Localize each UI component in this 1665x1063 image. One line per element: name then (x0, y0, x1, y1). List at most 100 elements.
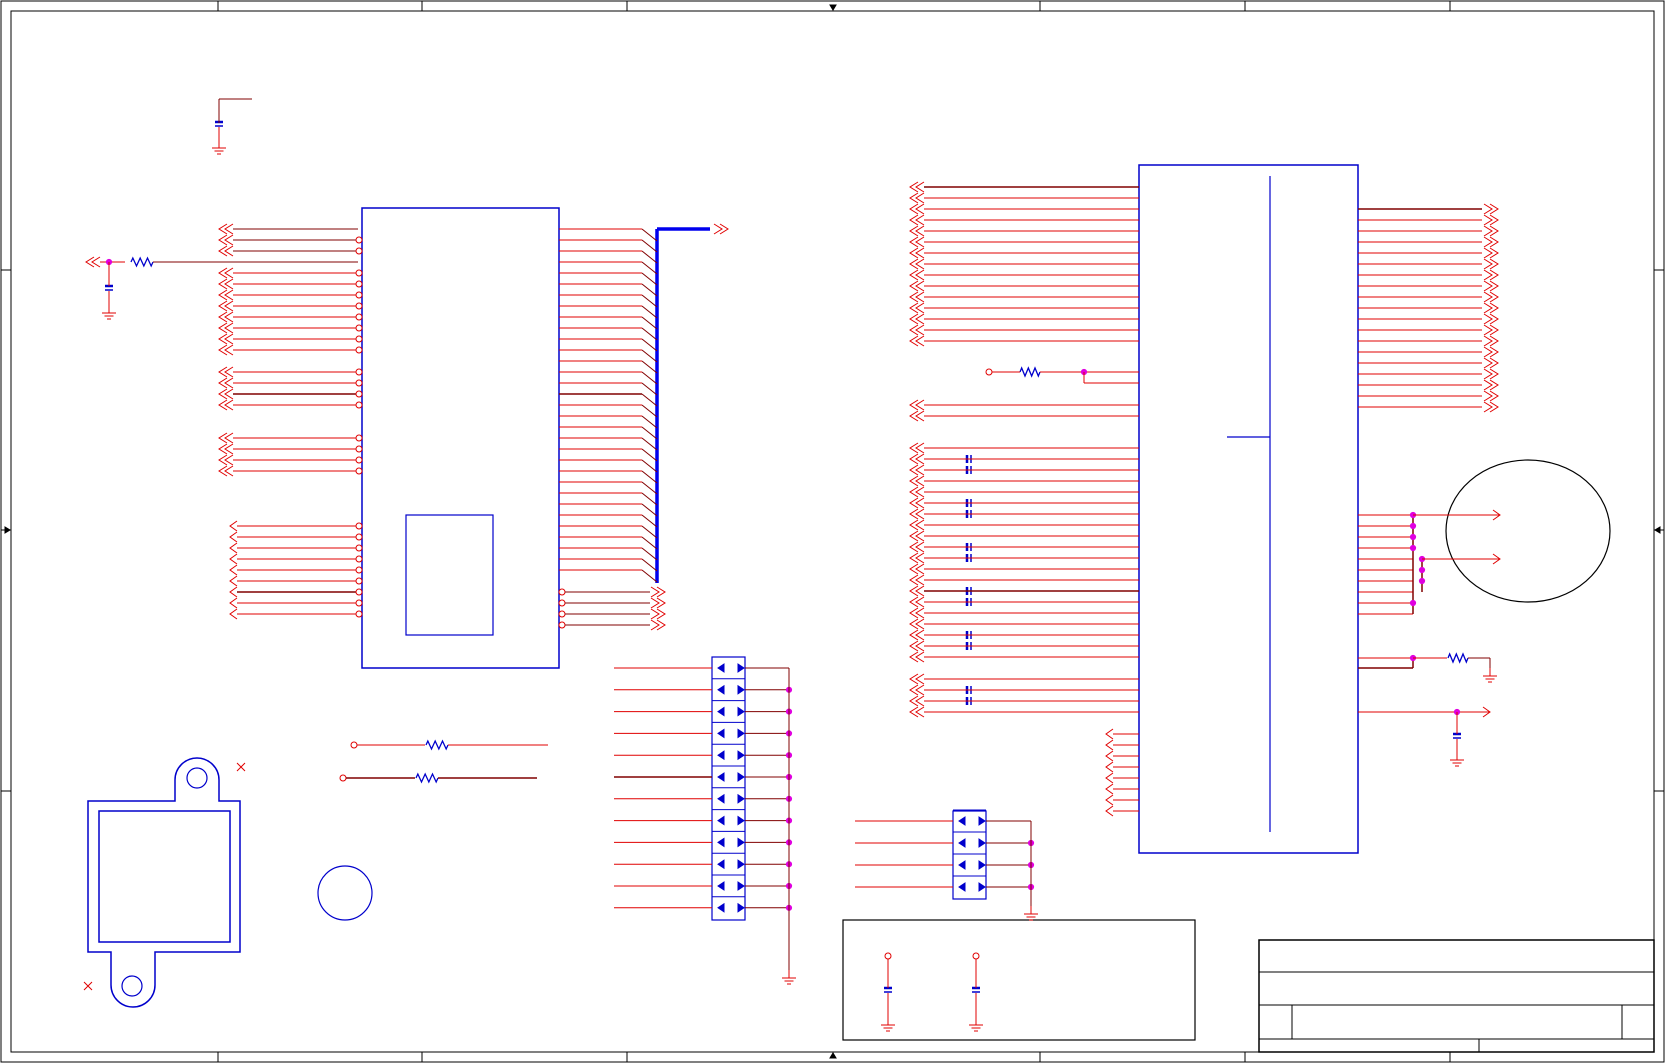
wire (641, 470, 658, 484)
wire (641, 360, 658, 374)
port-arrow-icon (909, 673, 925, 685)
port-arrow-icon (909, 695, 925, 707)
port-arrow-icon (1483, 236, 1499, 248)
port-arrow-icon (909, 269, 925, 281)
diode-icon (717, 772, 725, 782)
port-arrow-icon (909, 399, 925, 411)
pin-circle (558, 599, 566, 607)
center-mark-icon (4, 526, 11, 534)
wire (641, 426, 658, 440)
port-arrow-icon (218, 399, 234, 411)
port-arrow-icon (1483, 291, 1499, 303)
connector-footprint (87, 757, 241, 1008)
diode-icon (717, 684, 725, 695)
junction-dot (1409, 544, 1417, 552)
diode-icon (737, 772, 745, 782)
no-connect-icon (236, 762, 246, 772)
diode-icon (717, 859, 725, 870)
port-arrow-icon (1105, 783, 1114, 795)
resistor-icon (130, 256, 154, 268)
pin-circle (355, 236, 363, 244)
port-arrow-icon (909, 203, 925, 215)
port-arrow-icon (909, 519, 925, 531)
diode-icon (737, 750, 745, 761)
port-arrow-icon (218, 454, 234, 466)
wire (641, 492, 658, 506)
port-arrow-icon (909, 706, 925, 718)
ground-icon (1450, 752, 1464, 767)
junction-dot (1418, 566, 1426, 574)
center-mark-icon (829, 1052, 837, 1059)
port-arrow-icon (909, 236, 925, 248)
pin-circle (355, 346, 363, 354)
port-arrow-icon (909, 475, 925, 487)
port-arrow-icon (909, 442, 925, 454)
component-symbols (87, 120, 1469, 1008)
wire (641, 382, 658, 396)
capacitor-icon (972, 986, 980, 993)
port-arrow-icon (909, 225, 925, 237)
wire (641, 547, 658, 561)
diode-icon (717, 815, 725, 826)
port-arrow-icon (909, 410, 925, 422)
port-arrow-icon (909, 497, 925, 509)
port-arrow-icon (218, 234, 234, 246)
center-mark-icon (829, 4, 837, 11)
port-arrow-icon (909, 607, 925, 619)
port-arrow-icon (229, 597, 238, 609)
port-arrow-icon (1105, 728, 1114, 740)
wire (641, 228, 658, 242)
junction-dot (1409, 599, 1417, 607)
no-connect-icon (83, 981, 93, 991)
port-arrow-icon (909, 302, 925, 314)
diode-icon (737, 859, 745, 870)
diode-icon (978, 860, 986, 870)
port-arrow-icon (1483, 203, 1499, 215)
pin-circle (355, 456, 363, 464)
port-arrow-icon (909, 541, 925, 553)
pin-circle (355, 522, 363, 530)
resistor-icon (415, 772, 439, 784)
port-arrow-icon (1483, 247, 1499, 259)
port-arrow-icon (1483, 401, 1499, 413)
port-arrow-icon (1105, 805, 1114, 817)
port-arrow-icon (229, 520, 238, 532)
pin-circle (355, 269, 363, 277)
diode-array-1-body (711, 656, 746, 921)
connector-outline (87, 757, 241, 1008)
wire (641, 272, 658, 286)
port-arrow-icon (218, 333, 234, 345)
wire (641, 294, 658, 308)
port-arrow-icon (909, 247, 925, 259)
diode-icon (717, 706, 725, 717)
port-arrow-icon (218, 278, 234, 290)
port-arrow-icon (218, 377, 234, 389)
port-arrow-icon (218, 267, 234, 279)
mounting-hole-icon (317, 865, 373, 921)
port-arrow-icon (909, 313, 925, 325)
pin-circle (355, 467, 363, 475)
pin-circle (558, 588, 566, 596)
port-arrow-icon (218, 311, 234, 323)
resistor-icon (425, 739, 449, 751)
pin-circle (355, 555, 363, 563)
diode-icon (717, 837, 725, 848)
pin-circle (355, 577, 363, 585)
diode-icon (717, 663, 725, 673)
port-arrow-icon (218, 388, 234, 400)
capacitor-icon (1453, 732, 1461, 739)
diode-icon (737, 837, 745, 848)
port-arrow-icon (650, 608, 666, 620)
diode-icon (737, 663, 745, 673)
port-arrow-icon (909, 585, 925, 597)
port-arrow-icon (909, 563, 925, 575)
diode-icon (737, 793, 745, 804)
ground-icon (102, 305, 116, 320)
pin-circle (558, 610, 566, 618)
pin-circle (355, 445, 363, 453)
pin-circle (884, 952, 892, 960)
diode-icon (978, 816, 986, 826)
port-arrow-icon (909, 324, 925, 336)
port-arrow-icon (1483, 313, 1499, 325)
port-arrow-icon (909, 214, 925, 226)
